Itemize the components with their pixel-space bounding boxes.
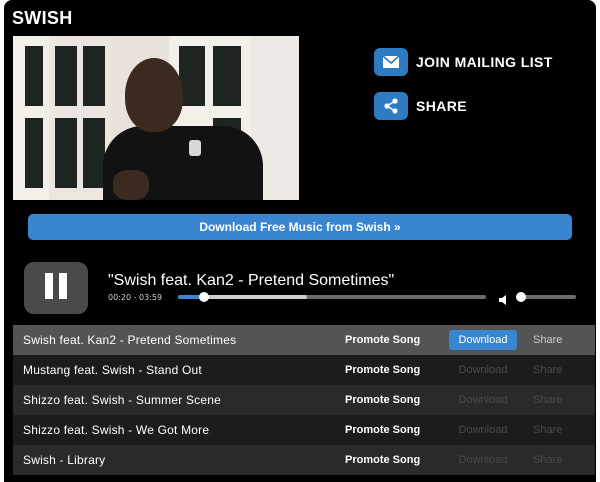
track-title: Swish - Library (23, 453, 106, 467)
progress-handle[interactable] (198, 292, 209, 302)
track-title: Mustang feat. Swish - Stand Out (23, 363, 202, 377)
time-readout: 00:20 - 03:59 (108, 293, 163, 302)
track-share-link[interactable]: Share (533, 424, 562, 436)
download-free-music-button[interactable]: Download Free Music from Swish » (28, 214, 572, 240)
download-button[interactable]: Download (449, 330, 517, 350)
track-title: Shizzo feat. Swish - Summer Scene (23, 393, 222, 407)
volume-handle[interactable] (515, 292, 526, 302)
track-share-link[interactable]: Share (533, 364, 562, 376)
track-row[interactable]: Swish - Library Promote Song Download Share (13, 445, 595, 475)
track-row[interactable]: Swish feat. Kan2 - Pretend Sometimes Prom… (13, 325, 595, 355)
promote-song-link[interactable]: Promote Song (345, 364, 420, 376)
track-title: Shizzo feat. Swish - We Got More (23, 423, 210, 437)
track-share-link[interactable]: Share (533, 454, 562, 466)
track-share-link[interactable]: Share (533, 334, 562, 346)
artist-name: SWISH (12, 8, 73, 28)
artist-photo (13, 36, 299, 200)
share-button[interactable]: SHARE (374, 92, 467, 120)
volume-icon[interactable] (498, 292, 510, 310)
share-label: SHARE (416, 98, 468, 114)
download-button[interactable]: Download (449, 390, 517, 410)
now-playing-title: "Swish feat. Kan2 - Pretend Sometimes" (108, 272, 395, 289)
volume-slider[interactable] (515, 292, 576, 302)
pause-icon (41, 272, 71, 305)
track-list: Swish feat. Kan2 - Pretend Sometimes Prom… (13, 325, 595, 475)
track-row[interactable]: Mustang feat. Swish - Stand Out Promote S… (13, 355, 595, 385)
download-button[interactable]: Download (449, 360, 517, 380)
share-icon (374, 92, 408, 120)
promote-song-link[interactable]: Promote Song (345, 424, 420, 436)
track-title: Swish feat. Kan2 - Pretend Sometimes (23, 333, 237, 347)
track-share-link[interactable]: Share (533, 394, 562, 406)
envelope-icon (374, 48, 408, 76)
promote-song-link[interactable]: Promote Song (345, 454, 420, 466)
promote-song-link[interactable]: Promote Song (345, 394, 420, 406)
music-player-widget: SWISH JOIN MAILING LIST SHARE Download F… (4, 0, 596, 482)
pause-button[interactable] (24, 262, 88, 314)
download-button[interactable]: Download (449, 450, 517, 470)
join-mailing-list-button[interactable]: JOIN MAILING LIST (374, 48, 553, 76)
join-mailing-list-label: JOIN MAILING LIST (416, 54, 553, 70)
track-row[interactable]: Shizzo feat. Swish - Summer Scene Promote… (13, 385, 595, 415)
promote-song-link[interactable]: Promote Song (345, 334, 420, 346)
track-row[interactable]: Shizzo feat. Swish - We Got More Promote … (13, 415, 595, 445)
progress-bar[interactable] (178, 292, 486, 302)
download-button[interactable]: Download (449, 420, 517, 440)
